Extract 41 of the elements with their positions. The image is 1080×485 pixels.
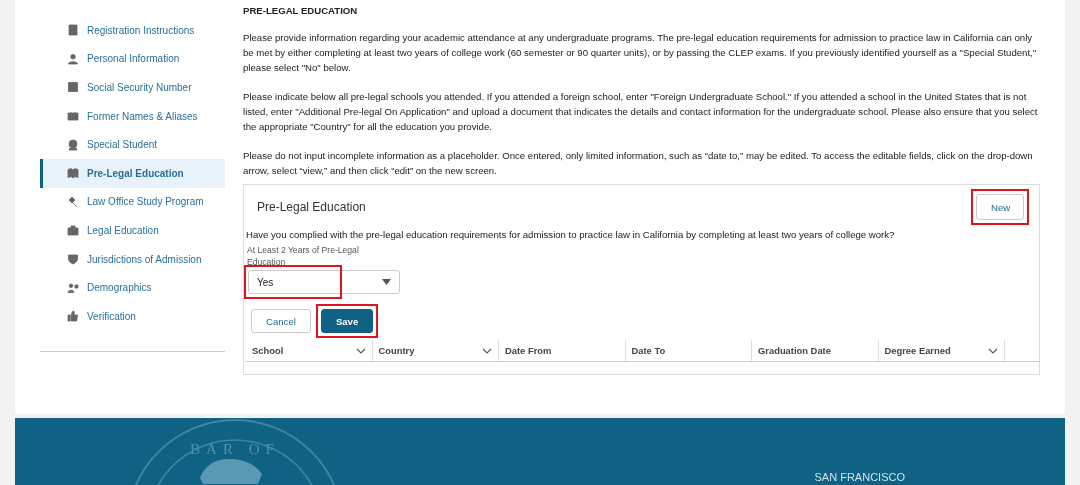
instruction-paragraph: Please do not input incomplete information as a placeholder. Once entered, only limited information, such as “date to,” may be edited. To access the editable fields, click on the drop-down arrow, select “view,” and then click “edit” on the new screen. — [243, 149, 1034, 178]
sidebar-item[interactable]: Verification — [40, 301, 225, 331]
column-header[interactable]: Date To — [625, 340, 752, 361]
select-label: At Least 2 Years of Pre-Legal Education — [246, 244, 360, 268]
briefcase-icon — [67, 224, 79, 237]
section-heading: PRE-LEGAL EDUCATION — [243, 5, 359, 16]
card-title: Pre-Legal Education — [257, 200, 366, 214]
sidebar-item[interactable]: Personal Information — [40, 44, 225, 74]
chevron-down-icon — [482, 347, 492, 354]
city-text: SAN FRANCISCO — [814, 471, 905, 483]
chevron-down-icon — [988, 347, 998, 354]
select-value: Yes — [257, 276, 274, 288]
sidebar-item[interactable]: Jurisdictions of Admission — [40, 244, 225, 274]
sidebar-item[interactable]: Law Office Study Program — [40, 187, 225, 217]
save-button[interactable]: Save — [320, 309, 374, 333]
gavel-icon — [67, 195, 79, 208]
question-text: Have you complied with the pre-legal education requirements for admission to practice law in California by completing at least two years of college work? — [245, 228, 896, 242]
caret-icon — [382, 279, 391, 285]
new-button[interactable]: New — [976, 194, 1024, 220]
column-header[interactable]: Graduation Date — [752, 340, 879, 361]
thumb-icon — [67, 310, 79, 323]
cancel-button[interactable]: Cancel — [251, 309, 311, 333]
shield-icon — [67, 253, 79, 266]
chevron-down-icon — [355, 347, 366, 354]
column-header[interactable]: School — [246, 340, 373, 361]
book-icon — [67, 167, 79, 180]
sidebar-item[interactable]: Special Student — [40, 130, 225, 159]
people-icon — [67, 281, 79, 294]
column-header[interactable]: Degree Earned — [878, 340, 1005, 361]
column-header[interactable]: Country — [372, 340, 499, 361]
sidebar-item[interactable]: Registration Instructions — [40, 16, 225, 45]
instruction-paragraph: Please indicate below all pre-legal schools you attended. If you attended a foreign school, enter "Foreign Undergraduate School." If you attended a school in the United States that is not listed, enter "Additional Pre-legal On Application" and upload a document that indicates the details and contact information for the undergraduate school. Please also ensure that you select the appropriate "Country" for all the education you provide. — [243, 90, 1039, 134]
sidebar-item[interactable]: Demographics — [40, 273, 225, 302]
sidebar-item[interactable]: Former Names & Aliases — [40, 101, 225, 131]
select-field[interactable]: Yes — [248, 270, 400, 294]
instruction-paragraph: Please provide information regarding your academic attendance at any undergraduate programs. The pre-legal education requirements for admission to practice law in California can only be met by either completing at least two years of college work (60 semester or 90 quarter units), or by passing the CLEP exams. If you previously identified yourself as a "Special Student," please select "No" below. — [243, 31, 1038, 75]
column-header[interactable]: Date From — [499, 340, 626, 361]
sidebar-item[interactable]: Pre-Legal Education — [40, 158, 225, 188]
sidebar-item[interactable]: Social Security Number — [40, 73, 225, 102]
sidebar-item[interactable]: Legal Education — [40, 216, 225, 245]
person-icon — [67, 52, 79, 65]
